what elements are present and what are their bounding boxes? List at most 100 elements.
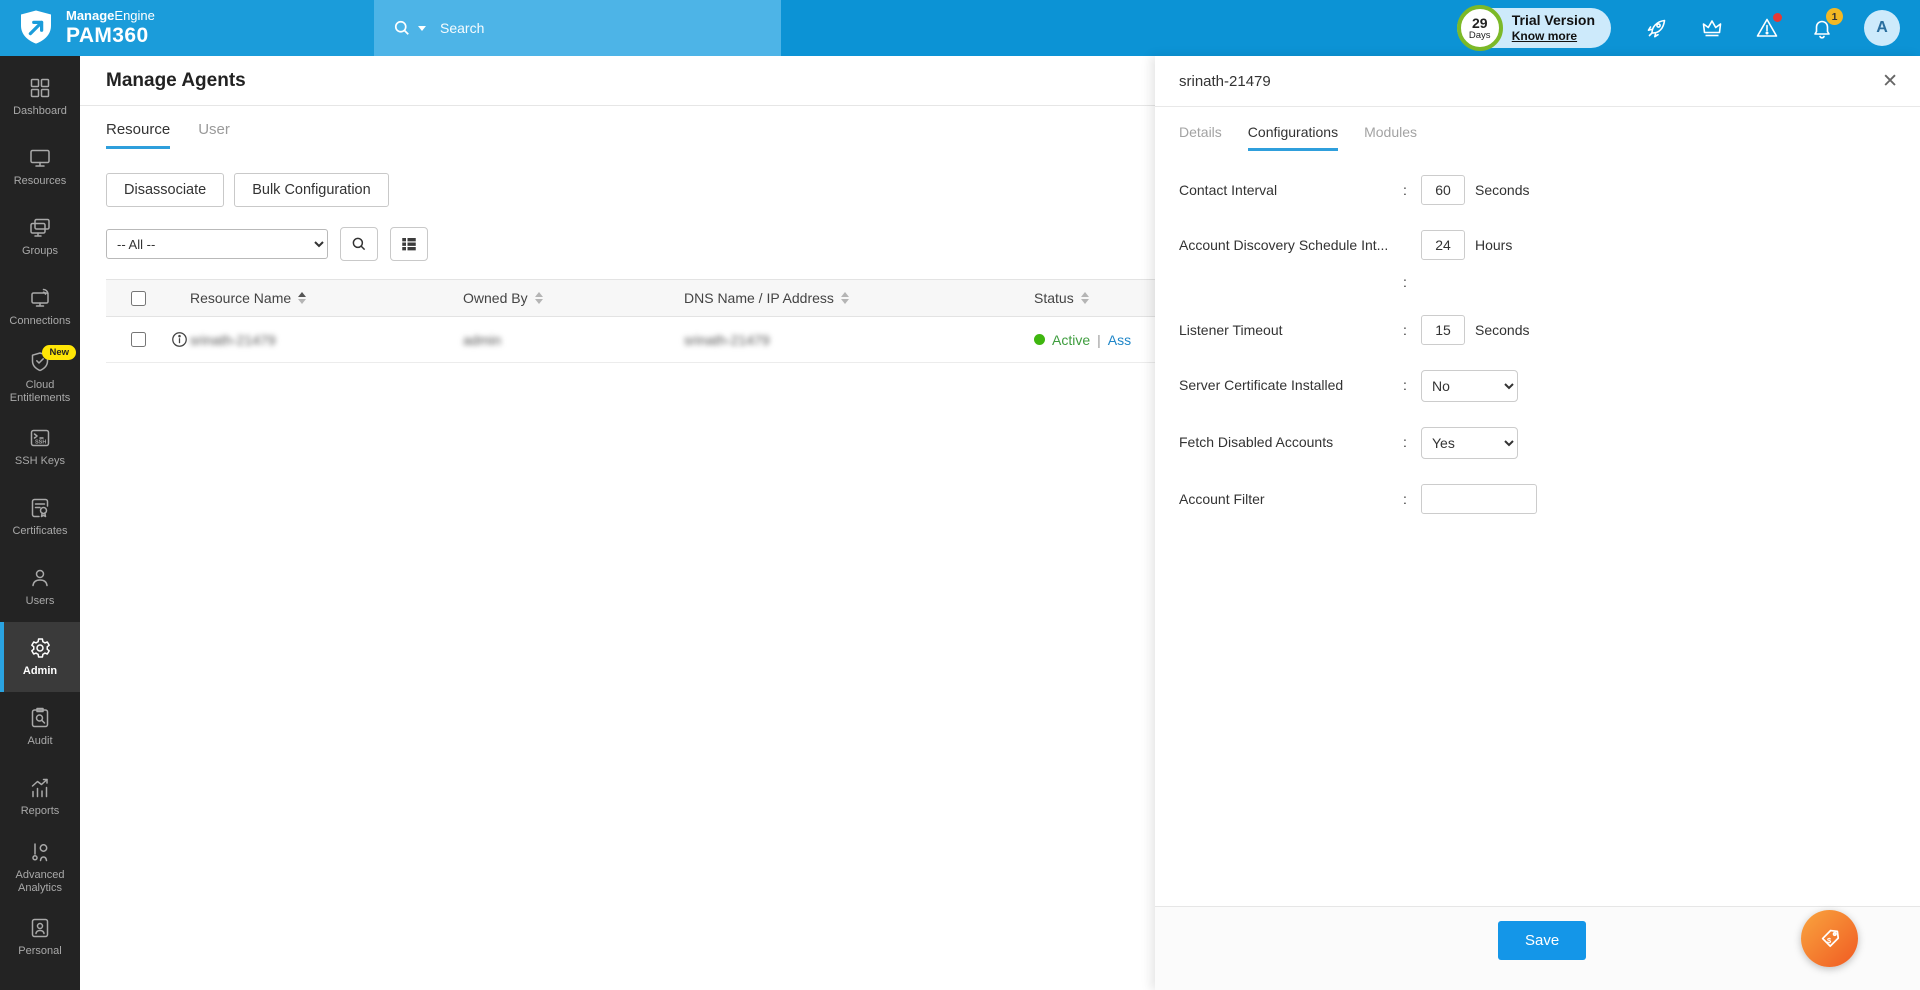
sidebar-item-audit[interactable]: Audit [0,692,80,762]
unit-label: Hours [1475,237,1512,253]
sidebar-item-cloud-entitlements[interactable]: New Cloud Entitlements [0,342,80,412]
unit-label: Seconds [1475,182,1529,198]
fetch-disabled-accounts-select[interactable]: Yes [1421,427,1518,459]
col-dns-ip[interactable]: DNS Name / IP Address [684,290,834,306]
search-scope-caret-icon[interactable] [418,26,426,31]
sort-icon[interactable] [535,292,543,304]
ssh-keys-icon: SSH [28,426,52,450]
reports-icon [28,776,52,800]
agent-details-panel: srinath-21479 ✕ Details Configurations M… [1155,56,1920,990]
col-resource-name[interactable]: Resource Name [190,290,291,306]
bulk-configuration-button[interactable]: Bulk Configuration [234,173,389,207]
close-icon[interactable]: ✕ [1882,72,1898,91]
sidebar-item-resources[interactable]: Resources [0,132,80,202]
field-account-filter: Account Filter : [1179,484,1896,514]
header-actions: 29 Days Trial Version Know more [781,0,1920,56]
notifications-bell-icon[interactable]: 1 [1809,15,1835,41]
new-badge: New [42,345,76,360]
listener-timeout-input[interactable] [1421,315,1465,345]
sidebar-item-reports[interactable]: Reports [0,762,80,832]
sidebar-item-ssh-keys[interactable]: SSH SSH Keys [0,412,80,482]
dns-cell: srinath-21479 [684,332,770,348]
panel-title: srinath-21479 [1179,73,1271,90]
field-server-certificate: Server Certificate Installed : No [1179,370,1896,402]
status-separator: | [1097,332,1101,348]
sidebar-item-certificates[interactable]: Certificates [0,482,80,552]
price-tag-icon: $ [1817,926,1843,952]
field-fetch-disabled-accounts: Fetch Disabled Accounts : Yes [1179,427,1896,459]
status-badge: Active [1052,332,1090,348]
alert-dot-badge [1773,13,1782,22]
alerts-warning-icon[interactable] [1754,15,1780,41]
owned-by-cell: admin [463,332,501,348]
global-search[interactable] [374,0,781,56]
user-avatar[interactable]: A [1864,10,1900,46]
sidebar-item-connections[interactable]: Connections [0,272,80,342]
status-dot [1034,334,1045,345]
tab-user[interactable]: User [198,121,230,149]
disassociate-button[interactable]: Disassociate [106,173,224,207]
certificates-icon [28,496,52,520]
notification-count-badge: 1 [1826,8,1843,25]
brand-text: ManageEngine PAM360 [66,9,155,46]
tab-configurations[interactable]: Configurations [1248,124,1338,151]
license-crown-icon[interactable] [1699,15,1725,41]
sidebar-item-users[interactable]: Users [0,552,80,622]
field-listener-timeout: Listener Timeout : Seconds [1179,315,1896,345]
filter-select[interactable]: -- All -- [106,229,328,259]
tab-resource[interactable]: Resource [106,121,170,149]
tab-modules[interactable]: Modules [1364,124,1417,151]
personal-icon [28,916,52,940]
left-sidebar: Dashboard Resources Groups Connections N… [0,56,80,990]
discovery-interval-input[interactable] [1421,230,1465,260]
whats-new-rocket-icon[interactable] [1644,15,1670,41]
col-status[interactable]: Status [1034,290,1074,306]
resource-name-cell[interactable]: srinath-21479 [190,332,276,348]
svg-text:SSH: SSH [35,440,46,446]
panel-header: srinath-21479 ✕ [1155,56,1920,107]
sidebar-item-admin[interactable]: Admin [0,622,80,692]
sidebar-item-advanced-analytics[interactable]: Advanced Analytics [0,832,80,902]
configurations-form: Contact Interval : Seconds Account Disco… [1155,151,1920,906]
trial-version-label: Trial Version [1512,12,1595,30]
groups-icon [28,216,52,240]
trial-days-counter: 29 Days [1457,5,1503,51]
table-search-button[interactable] [340,227,378,261]
info-icon[interactable] [170,330,189,349]
search-icon [350,235,368,253]
svg-text:$: $ [1826,935,1831,944]
know-more-link[interactable]: Know more [1512,29,1595,44]
top-header: ManageEngine PAM360 29 Days Trial Versio… [0,0,1920,56]
select-all-checkbox[interactable] [131,291,146,306]
sidebar-item-groups[interactable]: Groups [0,202,80,272]
page-title: Manage Agents [106,70,246,92]
sort-icon[interactable] [1081,292,1089,304]
server-certificate-select[interactable]: No [1421,370,1518,402]
sidebar-item-personal[interactable]: Personal [0,902,80,972]
field-account-discovery-interval: Account Discovery Schedule Int... : Hour… [1179,230,1896,290]
sidebar-item-dashboard[interactable]: Dashboard [0,62,80,132]
sort-icon[interactable] [841,292,849,304]
tab-details[interactable]: Details [1179,124,1222,151]
unit-label: Seconds [1475,322,1529,338]
dashboard-icon [28,76,52,100]
pricing-tag-fab[interactable]: $ [1801,910,1858,967]
save-button[interactable]: Save [1498,921,1586,960]
sort-icon[interactable] [298,292,306,304]
search-input[interactable] [440,20,720,36]
connections-icon [28,286,52,310]
brand-logo[interactable]: ManageEngine PAM360 [0,0,374,56]
list-view-icon [400,235,418,253]
col-owned-by[interactable]: Owned By [463,290,528,306]
panel-footer: Save $ [1155,906,1920,990]
column-chooser-button[interactable] [390,227,428,261]
trial-version-badge[interactable]: 29 Days Trial Version Know more [1457,8,1611,48]
contact-interval-input[interactable] [1421,175,1465,205]
field-contact-interval: Contact Interval : Seconds [1179,175,1896,205]
pam360-shield-icon [16,7,56,49]
row-checkbox[interactable] [131,332,146,347]
audit-icon [28,706,52,730]
status-action-link[interactable]: Ass [1108,332,1131,348]
resources-icon [28,146,52,170]
account-filter-input[interactable] [1421,484,1537,514]
